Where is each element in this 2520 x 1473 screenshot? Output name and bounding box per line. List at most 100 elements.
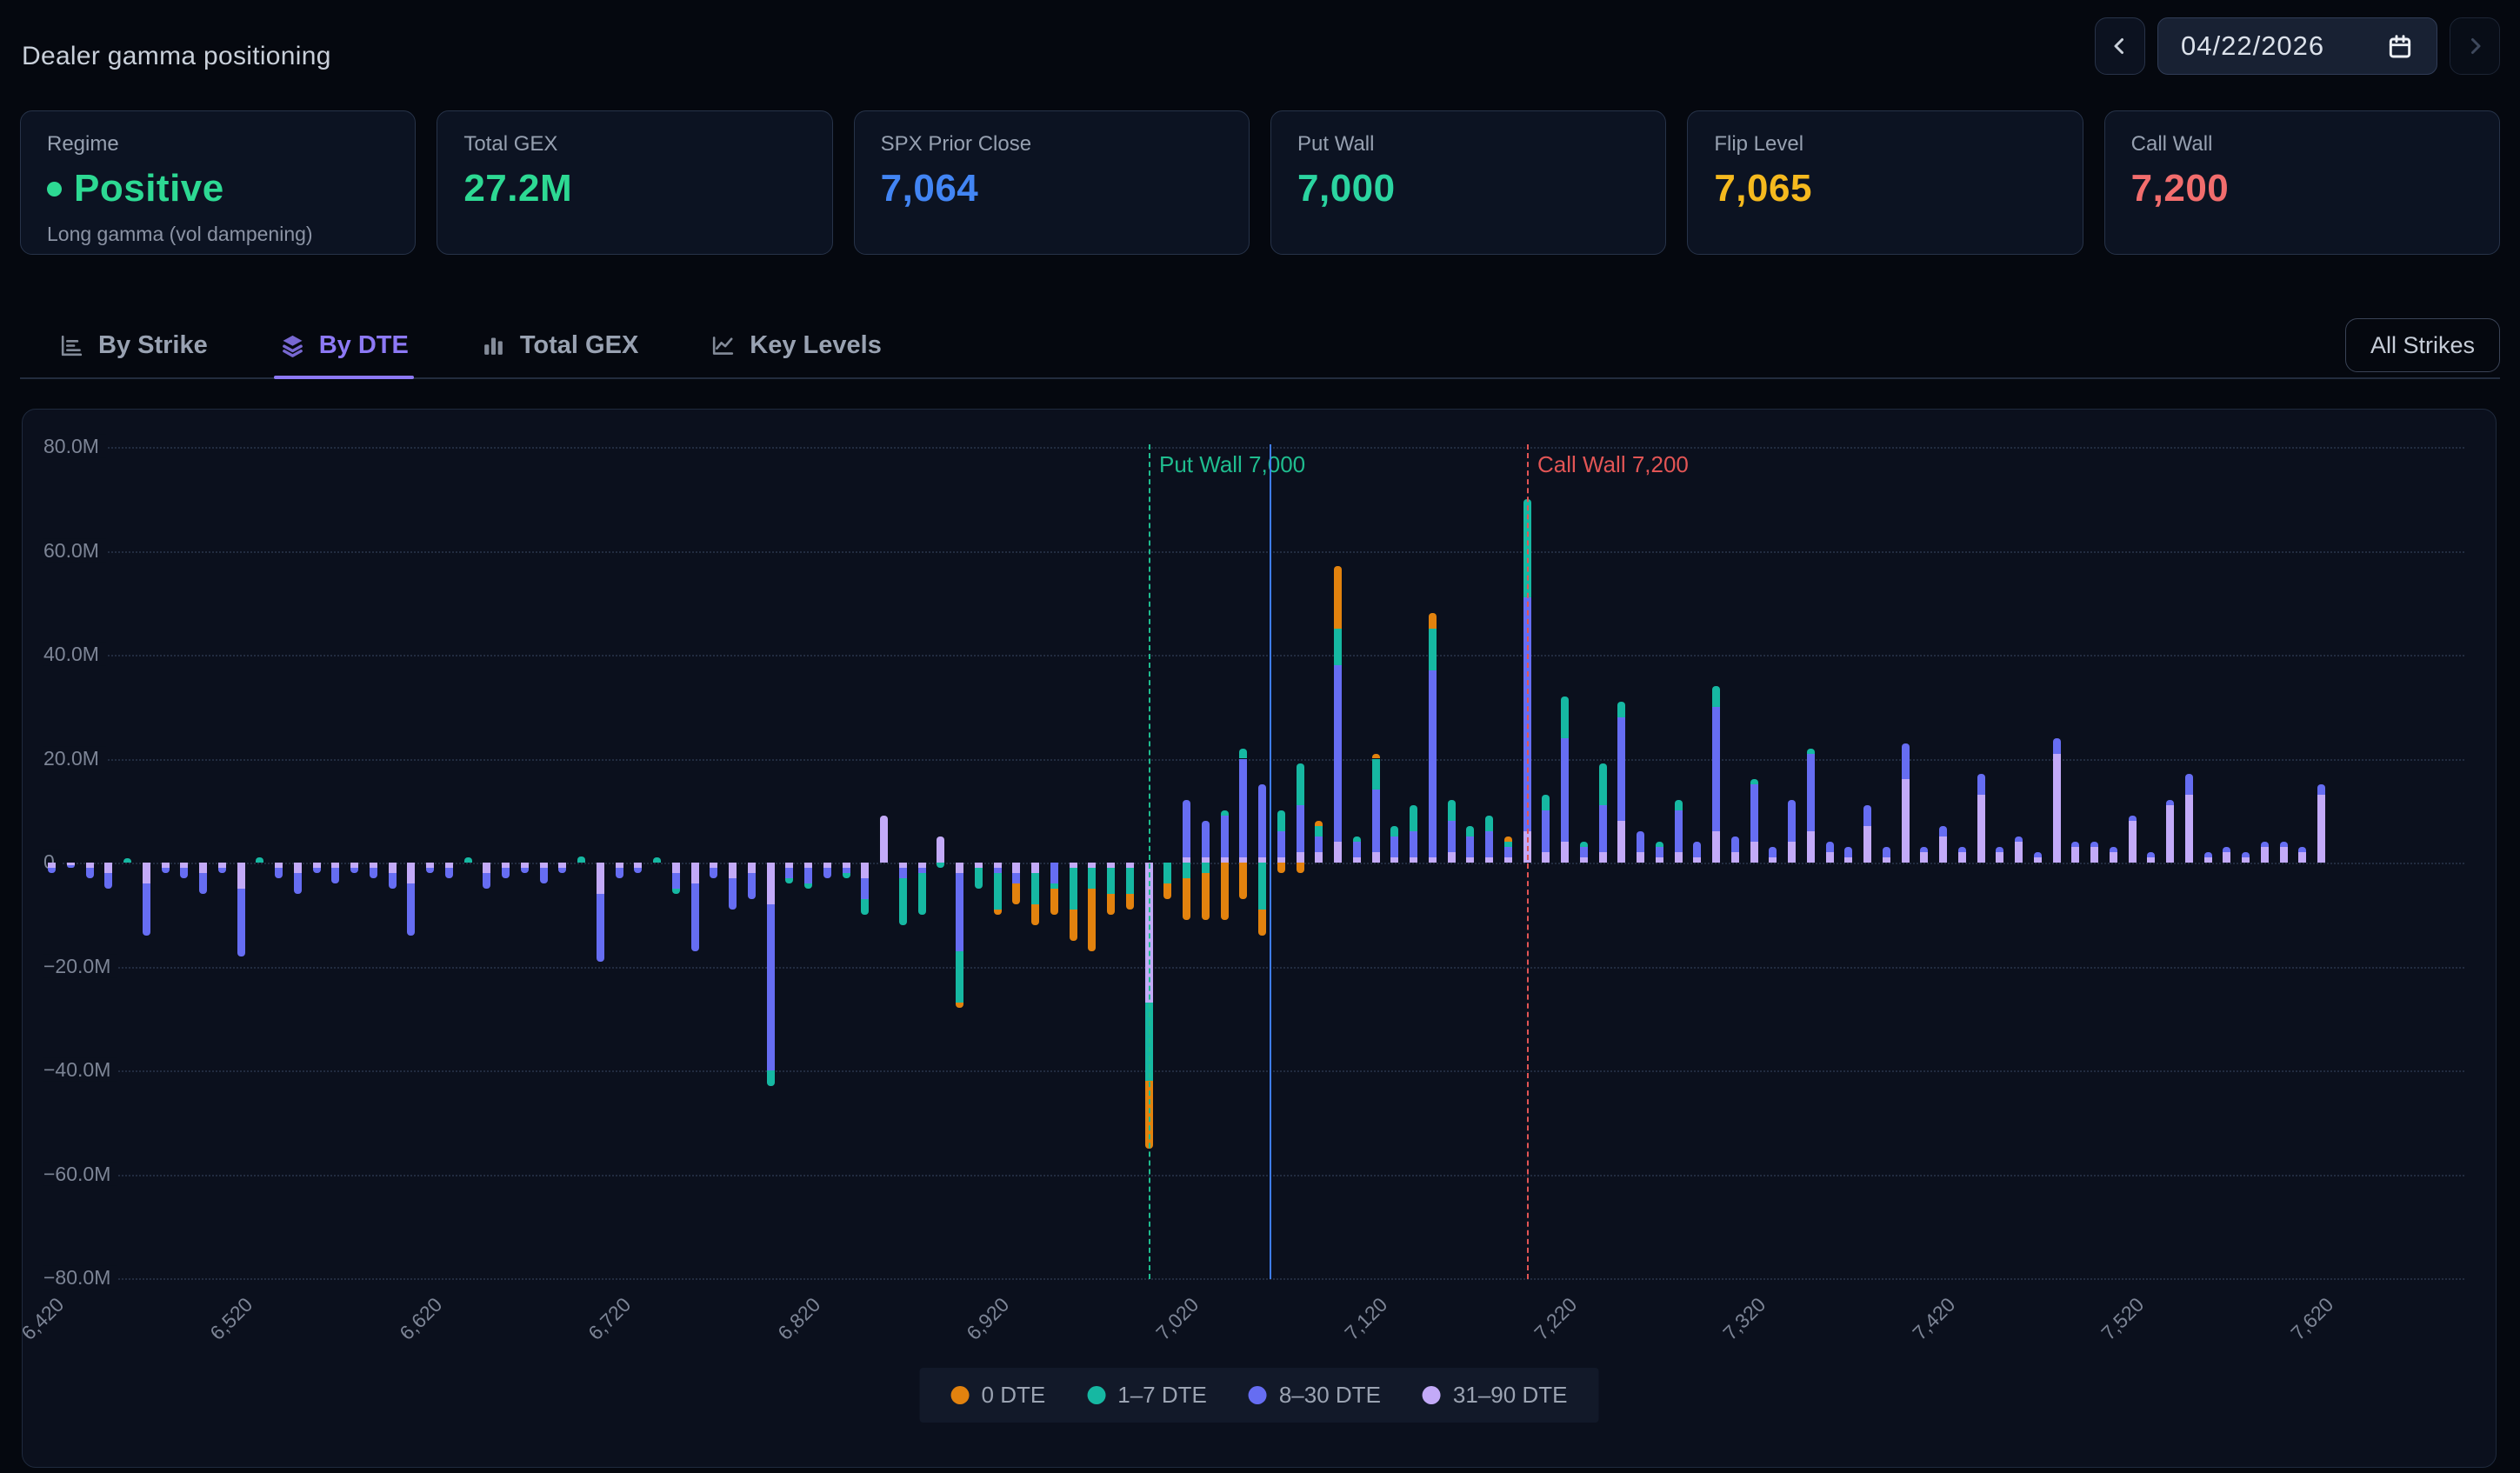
bar-segment-dte_8_30 <box>426 868 434 873</box>
bar-segment-dte_0 <box>1070 910 1077 941</box>
bar-segment-dte_1_7 <box>1334 629 1342 665</box>
tab-by-dte[interactable]: By DTE <box>279 313 409 377</box>
bar-segment-dte_0 <box>1202 873 1210 920</box>
stat-label: SPX Prior Close <box>881 132 1223 157</box>
legend-dot <box>951 1386 970 1404</box>
bar-segment-dte_8_30 <box>1504 847 1512 857</box>
bar-7220 <box>1561 410 1569 1467</box>
bar-segment-dte_0 <box>1258 910 1266 936</box>
bar-segment-dte_0 <box>1277 863 1285 873</box>
bar-segment-dte_31_90 <box>1675 852 1683 863</box>
date-input[interactable]: 04/22/2026 <box>2157 17 2437 75</box>
bar-7530 <box>2147 410 2155 1467</box>
bar-7270 <box>1656 410 1663 1467</box>
bar-segment-dte_8_30 <box>2110 847 2117 852</box>
next-day-button[interactable] <box>2450 17 2500 75</box>
bar-segment-dte_8_30 <box>2298 847 2306 852</box>
tab-total-gex[interactable]: Total GEX <box>480 313 638 377</box>
bar-segment-dte_31_90 <box>2223 852 2230 863</box>
bar-segment-dte_31_90 <box>199 863 207 873</box>
bar-segment-dte_31_90 <box>861 863 869 878</box>
bar-segment-dte_8_30 <box>1996 847 2003 852</box>
bar-6730 <box>634 410 642 1467</box>
bar-6570 <box>331 410 339 1467</box>
stat-value-text: 27.2M <box>463 167 572 210</box>
bar-7250 <box>1617 410 1625 1467</box>
bar-segment-dte_31_90 <box>1390 857 1398 863</box>
bar-segment-dte_8_30 <box>710 868 717 878</box>
bar-segment-dte_8_30 <box>2280 842 2288 847</box>
legend-item-1-7-dte[interactable]: 1–7 DTE <box>1087 1382 1207 1409</box>
bar-segment-dte_31_90 <box>1315 852 1323 863</box>
bar-segment-dte_31_90 <box>1826 852 1834 863</box>
bar-segment-dte_1_7 <box>1448 800 1456 821</box>
bar-segment-dte_31_90 <box>1712 831 1720 863</box>
bar-6910 <box>975 410 983 1467</box>
bar-segment-dte_31_90 <box>2261 847 2269 863</box>
bar-segment-dte_8_30 <box>1202 821 1210 857</box>
bar-segment-dte_1_7 <box>1126 868 1134 894</box>
bar-segment-dte_8_30 <box>237 889 245 956</box>
legend-dot <box>1249 1386 1267 1404</box>
bar-segment-dte_1_7 <box>1297 763 1304 805</box>
tab-key-levels[interactable]: Key Levels <box>710 313 882 377</box>
prev-day-button[interactable] <box>2095 17 2145 75</box>
bar-segment-dte_31_90 <box>1693 857 1701 863</box>
bar-segment-dte_31_90 <box>691 863 699 883</box>
all-strikes-button[interactable]: All Strikes <box>2345 318 2500 372</box>
bar-segment-dte_31_90 <box>2071 847 2079 863</box>
bar-6930 <box>1012 410 1020 1467</box>
bar-7170 <box>1466 410 1474 1467</box>
bar-6580 <box>350 410 358 1467</box>
bar-segment-dte_8_30 <box>804 868 812 883</box>
bar-segment-dte_1_7 <box>672 889 680 894</box>
bar-6670 <box>521 410 529 1467</box>
bar-7340 <box>1788 410 1796 1467</box>
bar-6980 <box>1107 410 1115 1467</box>
bar-segment-dte_8_30 <box>331 868 339 883</box>
legend-item-31-90-dte[interactable]: 31–90 DTE <box>1423 1382 1568 1409</box>
bar-segment-dte_8_30 <box>1580 847 1588 857</box>
bar-segment-dte_31_90 <box>748 863 756 873</box>
legend-dot <box>1423 1386 1441 1404</box>
bar-segment-dte_31_90 <box>2242 857 2250 863</box>
calendar-icon[interactable] <box>2386 32 2414 60</box>
bar-segment-dte_31_90 <box>1939 836 1947 863</box>
bar-segment-dte_0 <box>1107 894 1115 915</box>
bar-6990 <box>1126 410 1134 1467</box>
bar-6550 <box>294 410 302 1467</box>
bar-7210 <box>1542 410 1550 1467</box>
bar-segment-dte_8_30 <box>407 883 415 936</box>
bar-segment-dte_31_90 <box>1637 852 1644 863</box>
bar-segment-dte_1_7 <box>1221 810 1229 816</box>
legend-item-0-dte[interactable]: 0 DTE <box>951 1382 1046 1409</box>
legend-label: 0 DTE <box>982 1382 1046 1409</box>
put-wall-label: Put Wall 7,000 <box>1159 451 1305 478</box>
bar-6830 <box>823 410 831 1467</box>
tab-by-strike[interactable]: By Strike <box>58 313 208 377</box>
stat-subtitle: Long gamma (vol dampening) <box>47 223 389 246</box>
bar-segment-dte_31_90 <box>1599 852 1607 863</box>
bar-segment-dte_8_30 <box>48 868 56 873</box>
legend-label: 31–90 DTE <box>1453 1382 1568 1409</box>
bar-7520 <box>2129 410 2137 1467</box>
legend-item-8-30-dte[interactable]: 8–30 DTE <box>1249 1382 1381 1409</box>
bar-segment-dte_1_7 <box>785 878 793 883</box>
bar-segment-dte_1_7 <box>1202 863 1210 873</box>
bar-segment-dte_8_30 <box>1637 831 1644 852</box>
bar-segment-dte_31_90 <box>1769 857 1777 863</box>
bar-segment-dte_8_30 <box>1277 831 1285 857</box>
bar-segment-dte_8_30 <box>1693 842 1701 857</box>
bar-segment-dte_8_30 <box>1826 842 1834 852</box>
bar-7480 <box>2053 410 2061 1467</box>
bar-segment-dte_8_30 <box>823 868 831 878</box>
bar-7380 <box>1863 410 1871 1467</box>
bar-segment-dte_31_90 <box>1958 852 1966 863</box>
bar-segment-dte_8_30 <box>2261 842 2269 847</box>
bar-segment-dte_31_90 <box>956 863 963 873</box>
stat-card-call-wall: Call Wall7,200 <box>2104 110 2500 255</box>
tabs: By Strike By DTE Total GEX Key Levels <box>20 313 882 377</box>
bar-7180 <box>1485 410 1493 1467</box>
bar-6920 <box>994 410 1002 1467</box>
stat-card-regime: RegimePositiveLong gamma (vol dampening) <box>20 110 416 255</box>
